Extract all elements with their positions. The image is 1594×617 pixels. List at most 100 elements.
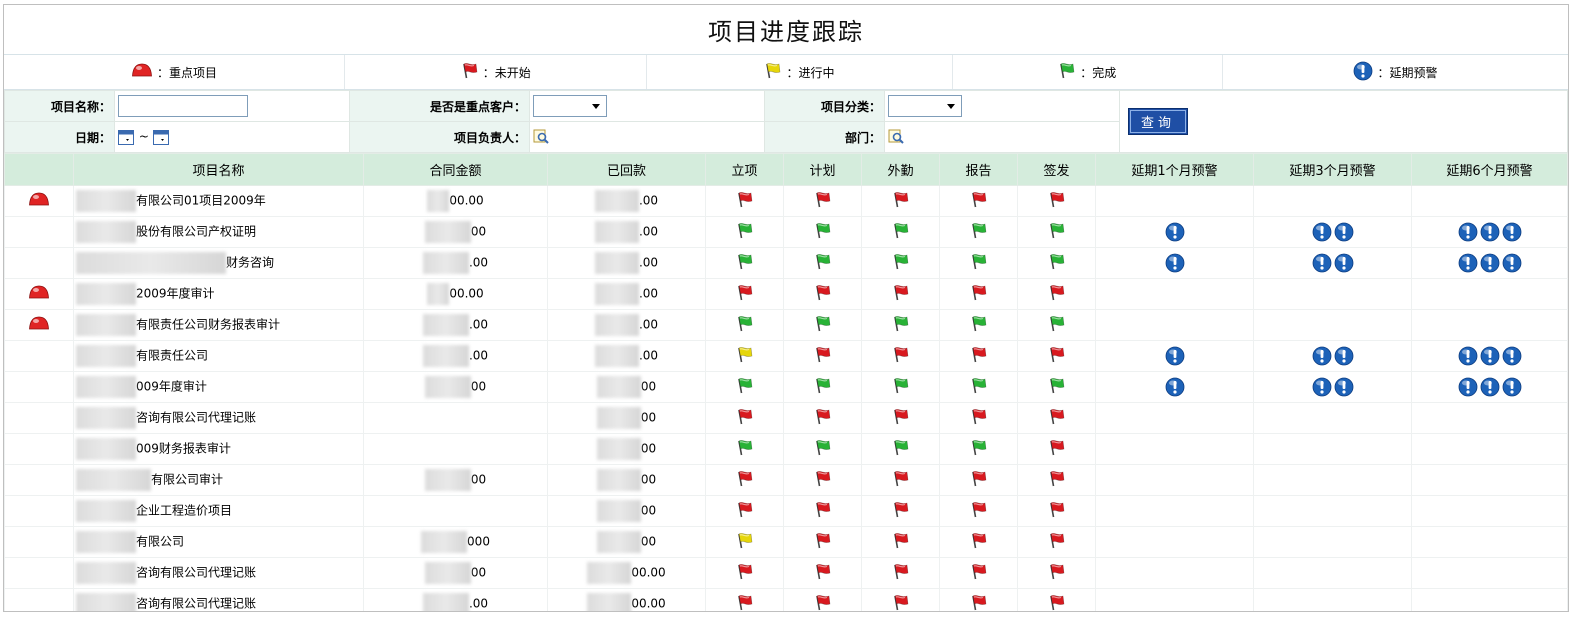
start-date-calendar-icon[interactable] bbox=[118, 129, 135, 145]
red-flag-icon bbox=[971, 471, 986, 487]
received-amount-cell: .00 bbox=[547, 247, 706, 279]
dept-search-icon[interactable] bbox=[888, 129, 905, 145]
delay-3-month-cell bbox=[1253, 526, 1412, 558]
project-name-cell[interactable]: 009年度审计 bbox=[73, 371, 364, 403]
delay-1-month-cell bbox=[1095, 278, 1254, 310]
project-name-cell[interactable]: 有限公司审计 bbox=[73, 464, 364, 496]
key-customer-select[interactable] bbox=[533, 95, 607, 117]
plan-status-cell bbox=[783, 557, 862, 589]
red-flag-icon bbox=[1049, 192, 1064, 208]
delay-6-month-cell bbox=[1411, 526, 1568, 558]
category-select[interactable] bbox=[888, 95, 962, 117]
delay-warning-icon bbox=[1165, 253, 1184, 273]
received-amount-cell: 00 bbox=[547, 371, 706, 403]
key-marker-cell bbox=[4, 309, 74, 341]
table-row[interactable]: 2009年度审计 00.00 .00 bbox=[4, 278, 1568, 310]
warning-icons bbox=[1311, 377, 1355, 397]
project-name-cell[interactable]: 有限公司01项目2009年 bbox=[73, 185, 364, 217]
table-row[interactable]: 咨询有限公司代理记账 00 00.00 bbox=[4, 557, 1568, 589]
legend-icon-wrap bbox=[131, 63, 153, 82]
legend-bar: ：重点项目 ：未开始 ：进行中 ：完成 ：延期预警 bbox=[4, 55, 1568, 90]
warning-icons bbox=[1457, 222, 1523, 242]
table-row[interactable]: 009年度审计 00 00 bbox=[4, 371, 1568, 403]
project-name-cell[interactable]: 咨询有限公司代理记账 bbox=[73, 588, 364, 611]
report-status-cell bbox=[939, 402, 1018, 434]
report-status-cell bbox=[939, 557, 1018, 589]
red-flag-icon bbox=[893, 192, 908, 208]
table-row[interactable]: 有限责任公司 .00 .00 bbox=[4, 340, 1568, 372]
received-amount-text: 00 bbox=[640, 379, 657, 394]
filter-form: 项目名称： 是否是重点客户： 项目分类： 查询 日期： ~ 项目负责人： 部门： bbox=[4, 90, 1568, 153]
red-flag-icon bbox=[893, 409, 908, 425]
delay-1-month-cell bbox=[1095, 588, 1254, 611]
received-amount-cell: 00 bbox=[547, 433, 706, 465]
contract-amount-cell bbox=[363, 433, 548, 465]
column-header: 合同金额 bbox=[363, 153, 548, 186]
delay-1-month-cell bbox=[1095, 464, 1254, 496]
delay-1-month-cell bbox=[1095, 216, 1254, 248]
issue-status-cell bbox=[1017, 526, 1096, 558]
table-row[interactable]: 企业工程造价项目 00 bbox=[4, 495, 1568, 527]
delay-1-month-cell bbox=[1095, 185, 1254, 217]
received-amount-text: .00 bbox=[638, 317, 659, 332]
end-date-calendar-icon[interactable] bbox=[152, 129, 170, 145]
delay-warning-icon bbox=[1312, 222, 1331, 242]
report-status-cell bbox=[939, 588, 1018, 611]
received-amount-text: .00 bbox=[638, 255, 659, 270]
project-name-cell[interactable]: 咨询有限公司代理记账 bbox=[73, 557, 364, 589]
table-row[interactable]: 009财务报表审计 00 bbox=[4, 433, 1568, 465]
column-header: 延期6个月预警 bbox=[1411, 153, 1568, 186]
project-name-cell[interactable]: 有限责任公司 bbox=[73, 340, 364, 372]
table-row[interactable]: 股份有限公司产权证明 00 .00 bbox=[4, 216, 1568, 248]
delay-6-month-cell bbox=[1411, 278, 1568, 310]
page-title: 项目进度跟踪 bbox=[708, 18, 864, 46]
report-status-cell bbox=[939, 247, 1018, 279]
project-name-cell[interactable]: 有限责任公司财务报表审计 bbox=[73, 309, 364, 341]
fieldwork-status-cell bbox=[861, 402, 940, 434]
query-button[interactable]: 查询 bbox=[1128, 108, 1189, 135]
table-row[interactable]: 咨询有限公司代理记账 00 bbox=[4, 402, 1568, 434]
received-amount-text: 00 bbox=[640, 410, 657, 425]
legend-label: ：未开始 bbox=[482, 65, 531, 80]
fieldwork-status-cell bbox=[861, 309, 940, 341]
table-row[interactable]: 有限责任公司财务报表审计 .00 .00 bbox=[4, 309, 1568, 341]
date-label: 日期： bbox=[4, 121, 115, 153]
project-name-cell[interactable]: 2009年度审计 bbox=[73, 278, 364, 310]
table-row[interactable]: 咨询有限公司代理记账 .00 00.00 bbox=[4, 588, 1568, 611]
plan-status-cell bbox=[783, 402, 862, 434]
project-name-cell[interactable]: 财务咨询 bbox=[73, 247, 364, 279]
green-flag-icon bbox=[1049, 378, 1064, 394]
project-name-input[interactable] bbox=[118, 95, 248, 117]
contract-amount-text: 00 bbox=[470, 224, 487, 239]
red-flag-icon bbox=[815, 564, 830, 580]
delay-warning-icon bbox=[1502, 253, 1521, 273]
key-marker-cell bbox=[4, 588, 74, 611]
table-row[interactable]: 有限公司 000 00 bbox=[4, 526, 1568, 558]
project-name-cell[interactable]: 009财务报表审计 bbox=[73, 433, 364, 465]
red-flag-icon bbox=[1049, 533, 1064, 549]
project-name-cell[interactable]: 有限公司 bbox=[73, 526, 364, 558]
redacted-text bbox=[76, 221, 136, 243]
owner-search-icon[interactable] bbox=[533, 129, 550, 145]
project-name-cell[interactable]: 股份有限公司产权证明 bbox=[73, 216, 364, 248]
key-marker-cell bbox=[4, 557, 74, 589]
fieldwork-status-cell bbox=[861, 371, 940, 403]
redacted-text bbox=[422, 593, 469, 611]
table-row[interactable]: 财务咨询 .00 .00 bbox=[4, 247, 1568, 279]
redacted-text bbox=[76, 376, 136, 398]
delay-warning-icon bbox=[1334, 253, 1353, 273]
delay-6-month-cell bbox=[1411, 402, 1568, 434]
contract-amount-cell: 00.00 bbox=[363, 278, 548, 310]
key-marker-cell bbox=[4, 247, 74, 279]
plan-status-cell bbox=[783, 526, 862, 558]
table-row[interactable]: 有限公司审计 00 00 bbox=[4, 464, 1568, 496]
table-row[interactable]: 有限公司01项目2009年 00.00 .00 bbox=[4, 185, 1568, 217]
column-header: 签发 bbox=[1017, 153, 1096, 186]
key-marker-cell bbox=[4, 371, 74, 403]
delay-warning-icon bbox=[1334, 346, 1353, 366]
project-name-cell[interactable]: 企业工程造价项目 bbox=[73, 495, 364, 527]
received-amount-cell: .00 bbox=[547, 185, 706, 217]
project-name-cell[interactable]: 咨询有限公司代理记账 bbox=[73, 402, 364, 434]
plan-status-cell bbox=[783, 433, 862, 465]
redacted-text bbox=[427, 190, 450, 212]
